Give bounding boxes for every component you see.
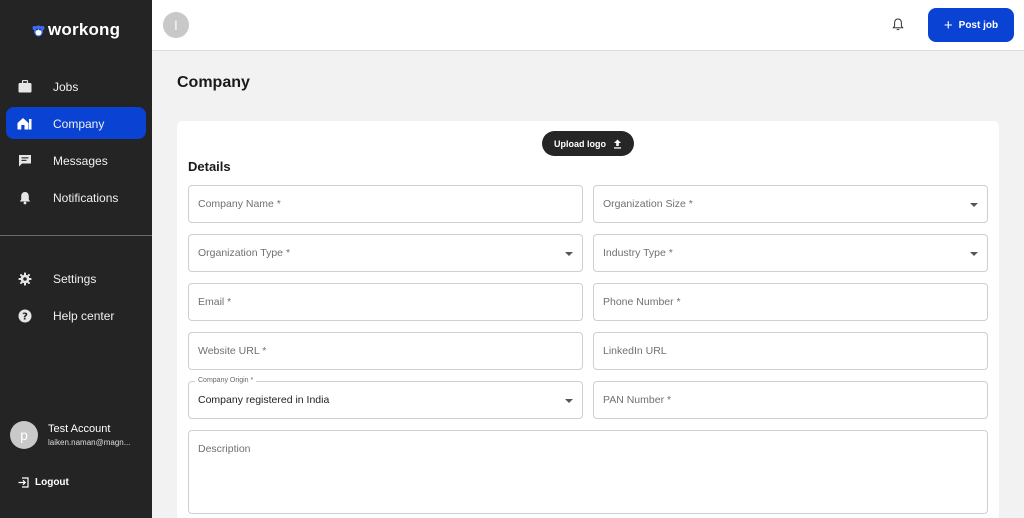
help-icon: ? xyxy=(17,308,32,323)
organization-size-placeholder: Organization Size * xyxy=(603,198,693,210)
sidebar-item-notifications[interactable]: Notifications xyxy=(6,181,146,213)
upload-icon xyxy=(614,139,621,149)
user-avatar[interactable]: l xyxy=(163,12,189,38)
sidebar-item-label: Company xyxy=(53,117,105,131)
gear-icon xyxy=(17,271,32,286)
logout-button[interactable]: Logout xyxy=(18,477,69,488)
sidebar-item-label: Settings xyxy=(53,272,97,286)
phone-number-field[interactable]: Phone Number * xyxy=(593,283,988,321)
phone-number-placeholder: Phone Number * xyxy=(603,296,681,308)
website-url-placeholder: Website URL * xyxy=(198,345,267,357)
brand-logo[interactable]: workong xyxy=(32,20,120,40)
pan-number-field[interactable]: PAN Number * xyxy=(593,381,988,419)
linkedin-url-placeholder: LinkedIn URL xyxy=(603,345,667,357)
sidebar-item-messages[interactable]: Messages xyxy=(6,144,146,176)
caret-down-icon xyxy=(565,252,573,256)
avatar: p xyxy=(10,421,38,449)
caret-down-icon xyxy=(970,203,978,207)
brand-name: workong xyxy=(48,20,121,39)
caret-down-icon xyxy=(970,252,978,256)
upload-logo-button[interactable]: Upload logo xyxy=(542,131,634,156)
pan-number-placeholder: PAN Number * xyxy=(603,394,672,406)
svg-text:?: ? xyxy=(22,311,28,322)
linkedin-url-field[interactable]: LinkedIn URL xyxy=(593,332,988,370)
sidebar: workong Jobs Company Messages Notificati… xyxy=(0,0,152,518)
section-title-details: Details xyxy=(188,159,231,174)
description-textarea[interactable]: Description xyxy=(188,430,988,514)
upload-logo-label: Upload logo xyxy=(554,138,606,149)
sidebar-item-settings[interactable]: Settings xyxy=(6,262,146,294)
description-placeholder: Description xyxy=(198,443,251,455)
account-email: laiken.naman@magn... xyxy=(48,438,131,447)
caret-down-icon xyxy=(565,399,573,403)
monkey-logo-icon xyxy=(32,25,45,36)
logout-label: Logout xyxy=(35,477,69,488)
organization-size-select[interactable]: Organization Size * xyxy=(593,185,988,223)
account-summary[interactable]: p Test Account laiken.naman@magn... xyxy=(10,420,150,456)
company-icon xyxy=(17,116,32,131)
bell-icon xyxy=(17,190,32,205)
post-job-button[interactable]: + Post job xyxy=(928,8,1014,42)
notification-bell-icon[interactable] xyxy=(892,18,906,32)
briefcase-icon xyxy=(17,79,32,94)
organization-type-placeholder: Organization Type * xyxy=(198,247,291,259)
logout-icon xyxy=(18,477,29,488)
company-origin-select[interactable]: Company Origin * Company registered in I… xyxy=(188,377,583,419)
account-name: Test Account xyxy=(48,423,111,435)
sidebar-item-label: Help center xyxy=(53,309,115,323)
company-name-field[interactable]: Company Name * xyxy=(188,185,583,223)
sidebar-item-label: Jobs xyxy=(53,80,79,94)
sidebar-item-company[interactable]: Company xyxy=(6,107,146,139)
company-origin-label: Company Origin * xyxy=(195,377,257,384)
industry-type-select[interactable]: Industry Type * xyxy=(593,234,988,272)
top-bar: l + Post job xyxy=(152,0,1024,51)
sidebar-item-jobs[interactable]: Jobs xyxy=(6,70,146,102)
company-name-placeholder: Company Name * xyxy=(198,198,281,210)
website-url-field[interactable]: Website URL * xyxy=(188,332,583,370)
industry-type-placeholder: Industry Type * xyxy=(603,247,673,259)
sidebar-item-help-center[interactable]: ? Help center xyxy=(6,299,146,331)
email-placeholder: Email * xyxy=(198,296,232,308)
post-job-label: Post job xyxy=(958,19,999,31)
company-origin-value: Company registered in India xyxy=(198,394,330,406)
company-form-card: Upload logo Details Company Name * Organ… xyxy=(177,121,999,518)
message-icon xyxy=(17,153,32,168)
organization-type-select[interactable]: Organization Type * xyxy=(188,234,583,272)
sidebar-divider xyxy=(0,235,152,236)
sidebar-item-label: Messages xyxy=(53,154,108,168)
email-field[interactable]: Email * xyxy=(188,283,583,321)
sidebar-item-label: Notifications xyxy=(53,191,119,205)
plus-icon: + xyxy=(943,16,953,34)
page-title: Company xyxy=(177,74,250,91)
